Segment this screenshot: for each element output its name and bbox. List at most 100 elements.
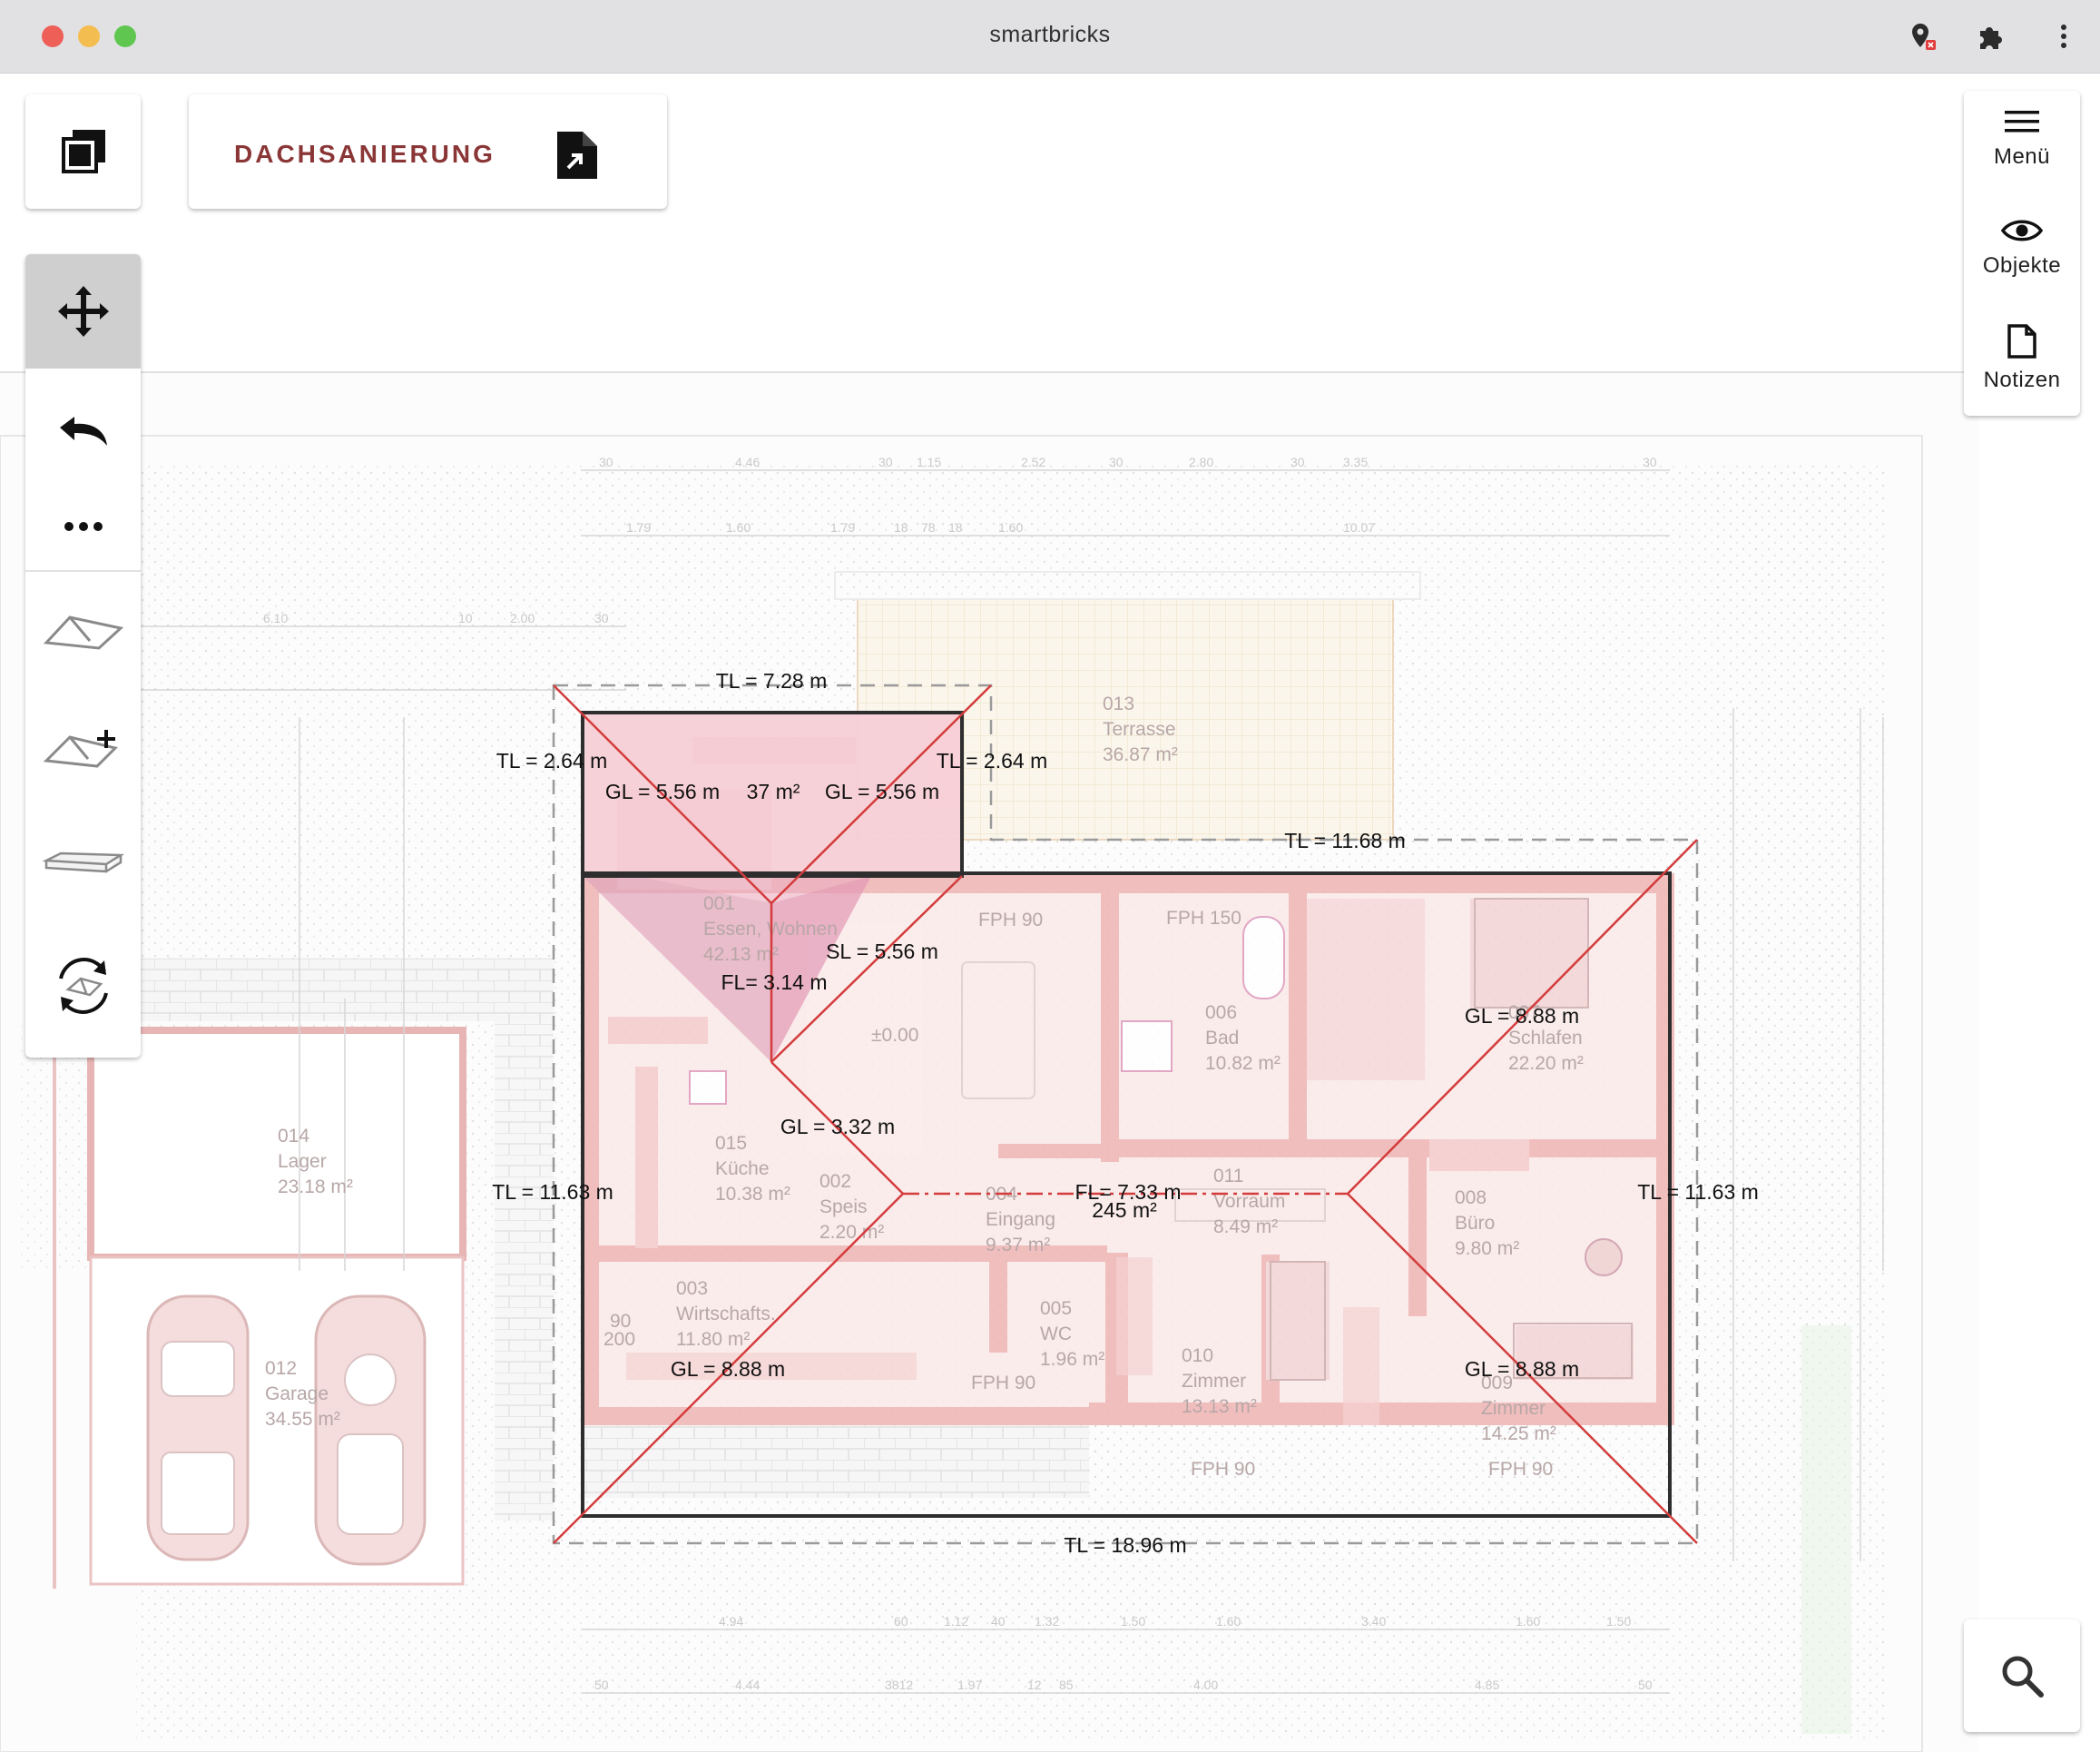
note-icon bbox=[2007, 324, 2036, 359]
dim-bottom2-6: 4.00 bbox=[1193, 1678, 1218, 1692]
room-014-area: 23.18 m² bbox=[278, 1176, 353, 1197]
dim-top-4: 2.52 bbox=[1021, 455, 1045, 469]
room-007-name: Schlafen bbox=[1508, 1028, 1583, 1048]
more-button[interactable] bbox=[25, 495, 141, 558]
room-005-num: 005 bbox=[1040, 1298, 1072, 1319]
menu-label: Menü bbox=[1993, 144, 2051, 169]
dim-top-8: 3.35 bbox=[1343, 455, 1368, 469]
room-002-area: 2.20 m² bbox=[819, 1222, 884, 1243]
label-tl-bottom: TL = 18.96 m bbox=[1064, 1533, 1186, 1557]
room-005-area: 1.96 m² bbox=[1040, 1349, 1104, 1370]
notes-button[interactable]: Notizen bbox=[1964, 323, 2080, 393]
room-001-num: 001 bbox=[703, 893, 735, 914]
room-012-area: 34.55 m² bbox=[265, 1409, 340, 1430]
label-tl-right-small: TL = 2.64 m bbox=[937, 749, 1048, 773]
room-006-num: 006 bbox=[1205, 1002, 1237, 1023]
fph-label-4: FPH 90 bbox=[1191, 1459, 1255, 1480]
room-012-num: 012 bbox=[265, 1358, 297, 1379]
layers-button[interactable] bbox=[25, 94, 141, 209]
dim-left-2: 2.00 bbox=[510, 611, 535, 625]
room-013-num: 013 bbox=[1103, 694, 1134, 714]
dim-second-5: 18 bbox=[948, 520, 963, 535]
dim-bottom2-0: 50 bbox=[594, 1678, 609, 1692]
room-008-name: Büro bbox=[1455, 1213, 1495, 1234]
kebab-menu-icon[interactable] bbox=[2047, 20, 2080, 53]
add-roof-tool[interactable] bbox=[25, 708, 141, 790]
label-gl-right-lower: GL = 8.88 m bbox=[1465, 1357, 1579, 1381]
move-arrows-icon bbox=[57, 286, 109, 337]
dim-bottom-6: 1.60 bbox=[1216, 1614, 1241, 1629]
toolbar-divider bbox=[25, 570, 141, 572]
dim-second-4: 78 bbox=[921, 520, 936, 535]
label-gl-left-small: GL = 5.56 m bbox=[605, 780, 720, 803]
window-title: smartbricks bbox=[989, 22, 1111, 47]
dim-bottom-3: 40 bbox=[991, 1614, 1006, 1629]
dim-top-1: 4.46 bbox=[735, 455, 760, 469]
room-014-name: Lager bbox=[278, 1151, 327, 1172]
rotate-roof-tool[interactable] bbox=[25, 935, 141, 1035]
dim-bottom-0: 4.94 bbox=[719, 1614, 743, 1629]
rotate-roof-icon bbox=[58, 958, 108, 1014]
dim-second-3: 18 bbox=[894, 520, 908, 535]
room-006-name: Bad bbox=[1205, 1028, 1239, 1048]
move-tool-button[interactable] bbox=[25, 254, 141, 369]
car-left bbox=[146, 1294, 250, 1561]
search-icon bbox=[2002, 1656, 2044, 1698]
hamburger-menu-icon bbox=[2005, 111, 2039, 133]
label-tl-top-small: TL = 7.28 m bbox=[716, 669, 828, 693]
app-window: smartbricks 30 4.46 30 1.15 2.52 30 2.80… bbox=[0, 0, 2100, 1752]
undo-button[interactable] bbox=[25, 381, 141, 481]
room-004-area: 9.37 m² bbox=[986, 1235, 1050, 1255]
dim-top-6: 2.80 bbox=[1189, 455, 1213, 469]
dim-bottom-1: 60 bbox=[894, 1614, 908, 1629]
room-013-area: 36.87 m² bbox=[1103, 744, 1178, 765]
menu-button[interactable]: Menü bbox=[1964, 107, 2080, 170]
label-tl-right-large: TL = 11.63 m bbox=[1637, 1180, 1759, 1204]
room-005-name: WC bbox=[1040, 1324, 1072, 1344]
room-009-area: 14.25 m² bbox=[1481, 1423, 1556, 1444]
fph-label-2: FPH 150 bbox=[1166, 908, 1241, 929]
room-011-num: 011 bbox=[1213, 1166, 1243, 1186]
label-tl-top-large: TL = 11.68 m bbox=[1284, 829, 1406, 852]
dim-bottom-8: 1.60 bbox=[1516, 1614, 1540, 1629]
room-010-name: Zimmer bbox=[1182, 1371, 1246, 1392]
file-export-icon[interactable] bbox=[554, 130, 601, 181]
label-gl-right-upper: GL = 8.88 m bbox=[1465, 1004, 1579, 1028]
dim-left-0: 6.10 bbox=[263, 611, 288, 625]
room-001-area: 42.13 m² bbox=[703, 944, 779, 965]
dim-bottom2-5: 85 bbox=[1059, 1678, 1074, 1692]
roof-plan-canvas[interactable]: 30 4.46 30 1.15 2.52 30 2.80 30 3.35 30 … bbox=[0, 73, 2100, 1752]
label-area-small: 37 m² bbox=[747, 780, 800, 803]
puzzle-extension-icon[interactable] bbox=[1975, 20, 2007, 53]
door-height-label: 200 bbox=[604, 1329, 635, 1350]
dim-second-7: 10.07 bbox=[1343, 520, 1375, 535]
layers-icon bbox=[61, 130, 105, 173]
dim-second-0: 1.79 bbox=[626, 520, 651, 535]
dim-second-2: 1.79 bbox=[830, 520, 855, 535]
project-name[interactable]: DACHSANIERUNG bbox=[234, 140, 496, 169]
dim-left-1: 10 bbox=[458, 611, 473, 625]
room-015-name: Küche bbox=[715, 1158, 770, 1179]
location-pin-icon[interactable] bbox=[1906, 20, 1938, 53]
room-003-num: 003 bbox=[676, 1278, 708, 1299]
room-015-num: 015 bbox=[715, 1133, 747, 1154]
roof-shape-tool[interactable] bbox=[25, 590, 141, 672]
dim-top-3: 1.15 bbox=[917, 455, 941, 469]
search-button[interactable] bbox=[1964, 1619, 2080, 1732]
room-010-num: 010 bbox=[1182, 1345, 1213, 1366]
dim-bottom-7: 3.40 bbox=[1361, 1614, 1386, 1629]
dim-top-7: 30 bbox=[1290, 455, 1305, 469]
dim-left-3: 30 bbox=[594, 611, 609, 625]
room-014-num: 014 bbox=[278, 1126, 309, 1147]
label-tl-left-small: TL = 2.64 m bbox=[496, 749, 608, 773]
undo-icon bbox=[59, 417, 107, 446]
room-010-area: 13.13 m² bbox=[1182, 1396, 1257, 1417]
label-area-large: 245 m² bbox=[1092, 1198, 1157, 1222]
slab-tool[interactable] bbox=[25, 822, 141, 903]
room-002-name: Speis bbox=[819, 1196, 868, 1217]
objects-button[interactable]: Objekte bbox=[1964, 216, 2080, 279]
room-008-area: 9.80 m² bbox=[1455, 1238, 1519, 1259]
fph-label-1: FPH 90 bbox=[978, 910, 1043, 930]
dim-top-2: 30 bbox=[878, 455, 893, 469]
dim-second-1: 1.60 bbox=[726, 520, 751, 535]
